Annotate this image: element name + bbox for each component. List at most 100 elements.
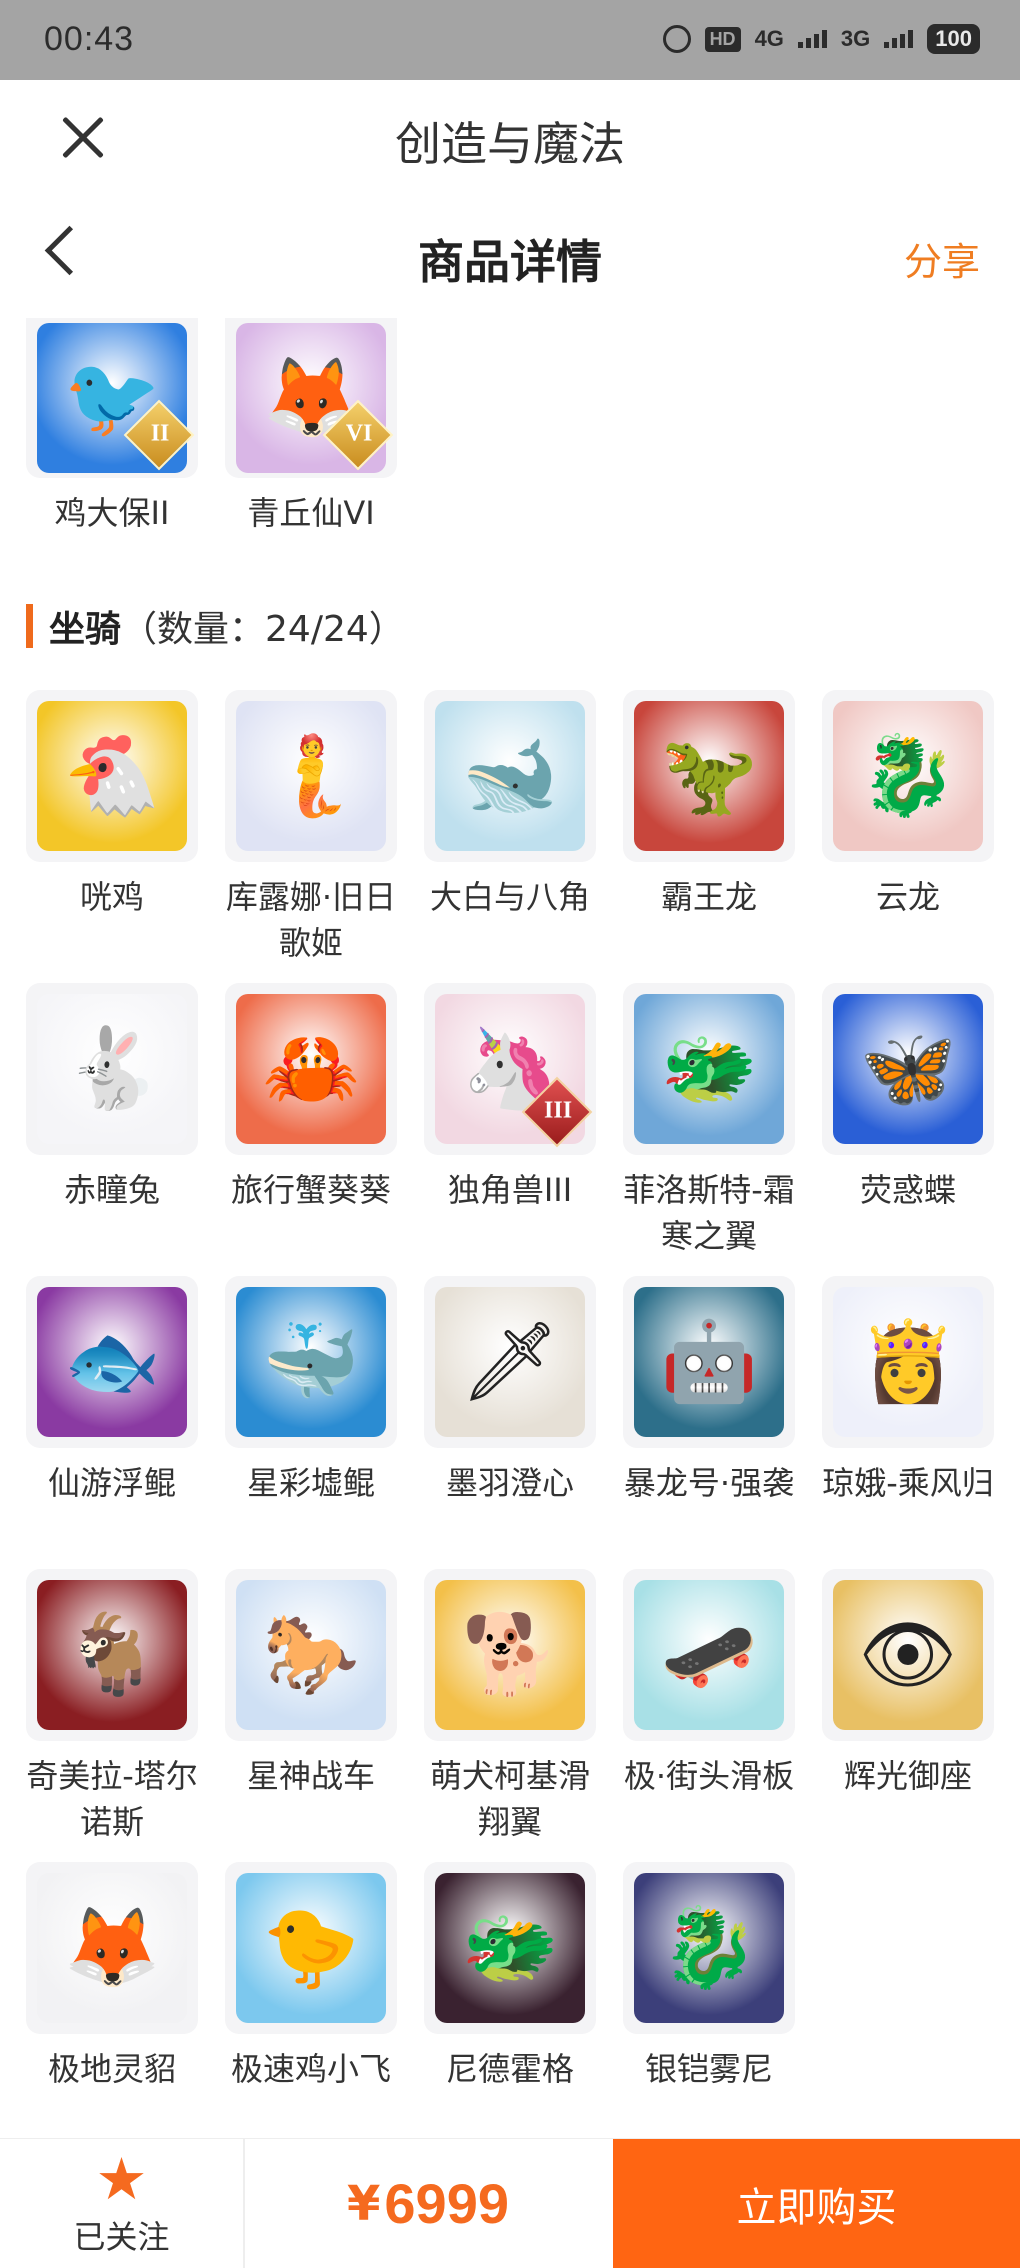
mount-thumbnail: 🦄 III (424, 983, 596, 1155)
mount-image: 👸 (833, 1287, 983, 1437)
partner-grid: 🐦 II 鸡大保II 🦊 VI 青丘仙VI (26, 318, 996, 536)
partner-thumbnail: 🐦 II (26, 318, 198, 478)
mount-thumbnail: 🦋 (822, 983, 994, 1155)
mount-image-icon: 🐋 (461, 731, 559, 821)
mount-image: 🧜 (236, 701, 386, 851)
mount-image: 🐉 (833, 701, 983, 851)
mount-item[interactable]: 🦄 III 独角兽III (424, 983, 596, 1276)
mount-name: 星彩墟鲲 (246, 1464, 375, 1502)
mount-image: 🐕 (435, 1580, 585, 1730)
section-label: 坐骑 (49, 609, 122, 650)
battery-icon: 100 (927, 24, 980, 54)
mount-item[interactable]: 🐉 云龙 (822, 690, 994, 983)
mount-image: 🐔 (37, 701, 187, 851)
mount-image-icon: 👸 (859, 1317, 957, 1407)
buy-now-button[interactable]: 立即购买 (613, 2139, 1020, 2268)
mount-name: 琼娥-乘风归 (822, 1464, 994, 1502)
mount-item[interactable]: 👁 辉光御座 (822, 1569, 994, 1862)
mount-thumbnail: 🐉 (623, 1862, 795, 2034)
network-4g-label: 4G (754, 26, 784, 51)
mount-image: 🦊 (37, 1873, 187, 2023)
mount-image-icon: 🐲 (461, 1903, 559, 1993)
mount-item[interactable]: 🐉 银铠雾尼 (623, 1862, 795, 2138)
mount-item[interactable]: 🐐 奇美拉-塔尔诺斯 (26, 1569, 198, 1862)
mount-image: 🐉 (634, 1873, 784, 2023)
mount-thumbnail: 🐋 (424, 690, 596, 862)
share-button[interactable]: 分享 (904, 231, 980, 286)
partner-name: 青丘仙VI (247, 494, 375, 532)
mount-thumbnail: 🐎 (225, 1569, 397, 1741)
mount-thumbnail: 🐲 (623, 983, 795, 1155)
mount-image: 🐲 (435, 1873, 585, 2023)
product-detail-content[interactable]: 🐦 II 鸡大保II 🦊 VI 青丘仙VI 坐骑 （数量：24/24） 🐔 咣鸡 🧜 库露娜·旧… (0, 318, 1020, 2138)
mount-item[interactable]: 🐟 仙游浮鲲 (26, 1276, 198, 1569)
mount-name: 菲洛斯特-霜寒之翼 (623, 1171, 795, 1255)
mount-item[interactable]: 🐔 咣鸡 (26, 690, 198, 983)
mount-item[interactable]: 🐲 菲洛斯特-霜寒之翼 (623, 983, 795, 1276)
mount-item[interactable]: 🐕 萌犬柯基滑翔翼 (424, 1569, 596, 1862)
mount-image-icon: 🧜 (262, 731, 360, 821)
mount-thumbnail: 🦊 (26, 1862, 198, 2034)
mount-image-icon: 🦊 (63, 1903, 161, 1993)
section-count: （数量：24/24） (121, 609, 405, 650)
mount-image: 🐤 (236, 1873, 386, 2023)
mount-thumbnail: 🐤 (225, 1862, 397, 2034)
section-accent-bar (26, 604, 33, 648)
mount-name: 银铠雾尼 (644, 2050, 773, 2088)
star-icon: ★ (95, 2144, 148, 2213)
mount-name: 独角兽III (447, 1171, 573, 1209)
mount-item[interactable]: 🦋 荧惑蝶 (822, 983, 994, 1276)
mount-name: 墨羽澄心 (445, 1464, 574, 1502)
mount-item[interactable]: 🛹 极·街头滑板 (623, 1569, 795, 1862)
mount-image-icon: 🦖 (660, 731, 758, 821)
mount-image-icon: 🐇 (63, 1024, 161, 1114)
mount-image-icon: 🦀 (262, 1024, 360, 1114)
status-bar: 00:43 HD 4G 3G 100 (0, 0, 1020, 80)
mount-item[interactable]: 🐋 大白与八角 (424, 690, 596, 983)
partner-item[interactable]: 🦊 VI 青丘仙VI (225, 318, 397, 536)
hd-icon: HD (704, 26, 741, 52)
mount-name: 荧惑蝶 (859, 1171, 956, 1209)
mount-name: 极地灵貂 (47, 2050, 176, 2088)
alarm-icon (662, 25, 691, 53)
mount-item[interactable]: 🐇 赤瞳兔 (26, 983, 198, 1276)
mount-item[interactable]: 🗡 墨羽澄心 (424, 1276, 596, 1569)
mount-item[interactable]: 🦖 霸王龙 (623, 690, 795, 983)
mount-thumbnail: 🤖 (623, 1276, 795, 1448)
signal-icon-2 (884, 30, 914, 48)
mount-image: 🐳 (236, 1287, 386, 1437)
mount-item[interactable]: 🦀 旅行蟹葵葵 (225, 983, 397, 1276)
mount-item[interactable]: 🐎 星神战车 (225, 1569, 397, 1862)
mount-thumbnail: 👸 (822, 1276, 994, 1448)
mount-image: 🐇 (37, 994, 187, 1144)
follow-button[interactable]: ★ 已关注 (0, 2139, 245, 2268)
signal-icon (797, 30, 827, 48)
mount-item[interactable]: 🤖 暴龙号·强袭 (623, 1276, 795, 1569)
mount-item[interactable]: 🧜 库露娜·旧日歌姬 (225, 690, 397, 983)
mount-item[interactable]: 🐳 星彩墟鲲 (225, 1276, 397, 1569)
mount-thumbnail: 🐳 (225, 1276, 397, 1448)
mount-item[interactable]: 👸 琼娥-乘风归 (822, 1276, 994, 1569)
partner-thumbnail: 🦊 VI (225, 318, 397, 478)
mount-thumbnail: 🦖 (623, 690, 795, 862)
mount-name: 萌犬柯基滑翔翼 (429, 1757, 590, 1841)
bottom-action-bar: ★ 已关注 ¥ 6999 立即购买 (0, 2138, 1020, 2268)
mount-image-icon: 👁 (858, 1610, 958, 1700)
mount-thumbnail: 🐕 (424, 1569, 596, 1741)
mount-name: 尼德霍格 (445, 2050, 574, 2088)
mount-item[interactable]: 🐤 极速鸡小飞 (225, 1862, 397, 2138)
partner-item[interactable]: 🐦 II 鸡大保II (26, 318, 198, 536)
status-time: 00:43 (44, 20, 135, 58)
currency-symbol: ¥ (347, 2175, 381, 2232)
mount-name: 咣鸡 (79, 878, 144, 916)
mount-item[interactable]: 🐲 尼德霍格 (424, 1862, 596, 2138)
mount-thumbnail: 🦀 (225, 983, 397, 1155)
mount-image: 🦋 (833, 994, 983, 1144)
mount-image-icon: 🐟 (63, 1317, 161, 1407)
mount-item[interactable]: 🦊 极地灵貂 (26, 1862, 198, 2138)
mount-name: 库露娜·旧日歌姬 (225, 878, 397, 962)
mount-name: 旅行蟹葵葵 (230, 1171, 391, 1209)
tier-badge-label: II (150, 420, 170, 447)
mount-image-icon: 🤖 (660, 1317, 758, 1407)
app-title: 创造与魔法 (395, 117, 625, 171)
